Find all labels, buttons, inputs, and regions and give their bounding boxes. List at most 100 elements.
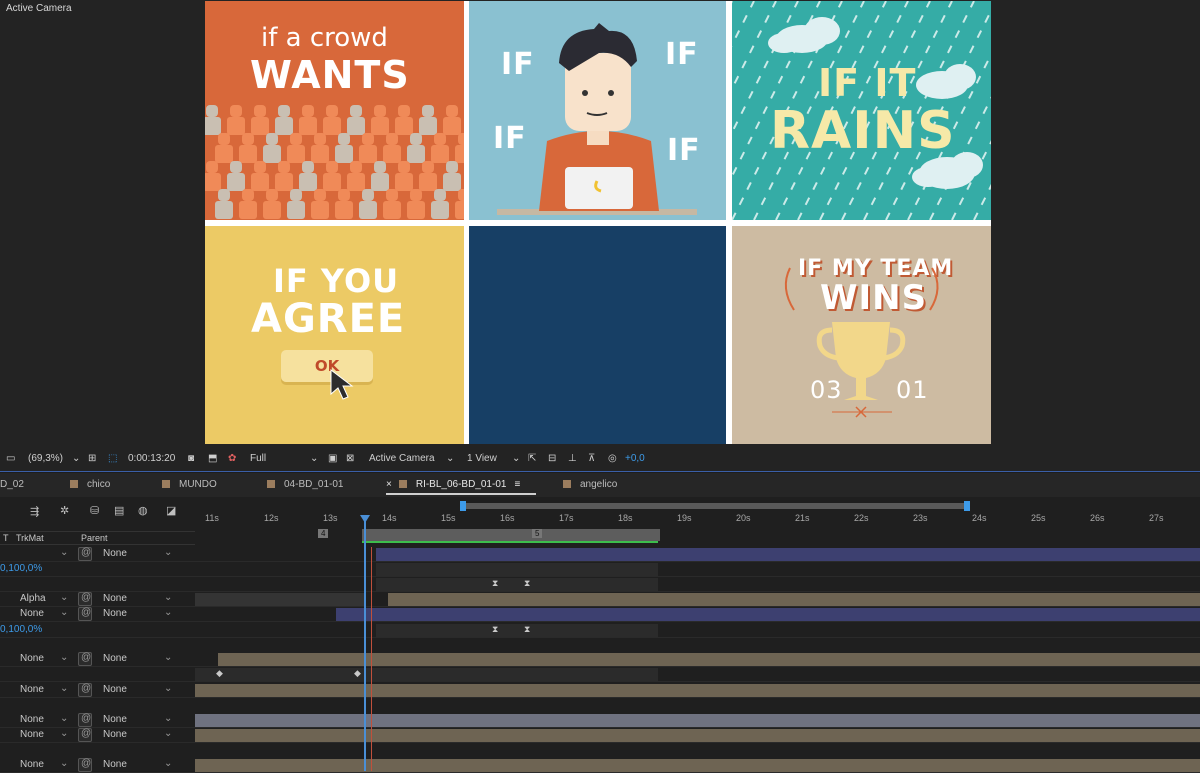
chevron-down-icon[interactable]: ⌄ <box>164 683 172 694</box>
tab-menu-icon[interactable]: ≡ <box>514 479 520 490</box>
chevron-down-icon[interactable]: ⌄ <box>60 758 68 769</box>
parent-value[interactable]: None <box>103 608 127 619</box>
chevron-down-icon[interactable]: ⌄ <box>60 683 68 694</box>
layer-bar[interactable] <box>195 668 658 681</box>
parent-value[interactable]: None <box>103 729 127 740</box>
reset-exposure-icon[interactable]: ◎ <box>608 453 617 464</box>
marker-5[interactable]: 5 <box>532 529 543 538</box>
playhead[interactable] <box>364 515 366 771</box>
keyframe-icon[interactable]: ⧗ <box>524 578 530 589</box>
work-area-bar[interactable] <box>362 529 660 541</box>
layer-bar[interactable] <box>388 593 1200 606</box>
chevron-down-icon[interactable]: ⌄ <box>60 728 68 739</box>
shy-layers-icon[interactable]: ⛁ <box>90 504 99 517</box>
chevron-down-icon[interactable]: ⌄ <box>164 592 172 603</box>
flowchart-icon[interactable]: ⊼ <box>588 453 595 464</box>
chevron-down-icon[interactable]: ⌄ <box>164 728 172 739</box>
keyframe-diamond-icon[interactable]: ◆ <box>354 668 361 679</box>
exposure-value[interactable]: +0,0 <box>625 453 645 464</box>
trkmat-value[interactable]: None <box>20 608 44 619</box>
layer-row[interactable]: Alpha ⌄ @ None ⌄ <box>0 592 1200 607</box>
tab-d02[interactable]: D_02 <box>0 479 24 490</box>
show-snapshot-icon[interactable]: ⬒ <box>208 453 217 464</box>
col-trkmat[interactable]: TrkMat <box>16 533 44 543</box>
monitor-icon[interactable]: ▭ <box>6 453 15 464</box>
chevron-down-icon[interactable]: ⌄ <box>60 547 68 558</box>
layer-bar[interactable] <box>195 729 1200 742</box>
property-value[interactable]: 0,100,0% <box>0 624 42 635</box>
layer-bar[interactable] <box>376 624 658 637</box>
transparency-grid-icon[interactable]: ⊠ <box>346 453 354 464</box>
layer-row[interactable]: None ⌄ @ None ⌄ <box>0 728 1200 743</box>
trkmat-value[interactable]: Alpha <box>20 593 46 604</box>
layer-bar[interactable] <box>195 714 1200 727</box>
camera-view-dropdown[interactable]: Active Camera <box>369 453 435 464</box>
layer-row[interactable]: ◆ ◆ <box>0 667 1200 682</box>
chevron-down-icon[interactable]: ⌄ <box>164 758 172 769</box>
layer-row[interactable]: None ⌄ @ None ⌄ <box>0 683 1200 698</box>
chevron-down-icon[interactable]: ⌄ <box>60 713 68 724</box>
layer-row[interactable]: None ⌄ @ None ⌄ <box>0 713 1200 728</box>
parent-value[interactable]: None <box>103 684 127 695</box>
trkmat-value[interactable]: None <box>20 653 44 664</box>
trkmat-value[interactable]: None <box>20 714 44 725</box>
layer-bar[interactable] <box>376 578 658 591</box>
layer-row[interactable]: ⌄ @ None ⌄ <box>0 547 1200 562</box>
frame-blending-icon[interactable]: ▤ <box>114 504 124 517</box>
layer-row[interactable]: None ⌄ @ None ⌄ <box>0 607 1200 622</box>
parent-value[interactable]: None <box>103 593 127 604</box>
keyframe-icon[interactable]: ⧗ <box>524 624 530 635</box>
trkmat-value[interactable]: None <box>20 759 44 770</box>
parent-value[interactable]: None <box>103 714 127 725</box>
parent-value[interactable]: None <box>103 653 127 664</box>
layer-bar[interactable] <box>336 608 1200 621</box>
chevron-down-icon[interactable]: ⌄ <box>164 607 172 618</box>
tab-ri-bl-active[interactable]: × RI-BL_06-BD_01-01 ≡ <box>386 479 520 490</box>
tab-04-bd[interactable]: 04-BD_01-01 <box>267 479 343 490</box>
render-options-icon[interactable]: ⊟ <box>548 453 556 464</box>
region-of-interest-icon[interactable]: ⬚ <box>108 453 117 464</box>
tab-angelico[interactable]: angelico <box>563 479 617 490</box>
chevron-down-icon[interactable]: ⌄ <box>310 453 318 464</box>
current-time-display[interactable]: 0:00:13:20 <box>128 453 175 464</box>
magnification-dropdown[interactable]: (69,3%) <box>28 453 63 464</box>
layer-bar[interactable] <box>376 563 658 576</box>
parent-value[interactable]: None <box>103 548 127 559</box>
trkmat-value[interactable]: None <box>20 684 44 695</box>
timeline-link-icon[interactable]: ⊥ <box>568 453 577 464</box>
tab-close-icon[interactable]: × <box>386 479 392 490</box>
layer-bar[interactable] <box>195 684 1200 697</box>
trkmat-value[interactable]: None <box>20 729 44 740</box>
keyframe-icon[interactable]: ⧗ <box>492 624 498 635</box>
comp-flowchart-icon[interactable]: ✲ <box>60 504 69 517</box>
layer-row[interactable]: None ⌄ @ None ⌄ <box>0 652 1200 667</box>
property-value[interactable]: 0,100,0% <box>0 563 42 574</box>
fast-previews-icon[interactable]: ▣ <box>328 453 337 464</box>
chevron-down-icon[interactable]: ⌄ <box>446 453 454 464</box>
layer-bar[interactable] <box>195 759 1200 772</box>
chevron-down-icon[interactable]: ⌄ <box>60 607 68 618</box>
keyframe-diamond-icon[interactable]: ◆ <box>216 668 223 679</box>
composition-viewer[interactable]: Active Camera if a crowd WANTS IF IF IF … <box>0 0 1200 447</box>
layer-bar[interactable] <box>195 593 365 606</box>
chevron-down-icon[interactable]: ⌄ <box>60 592 68 603</box>
keyframe-icon[interactable]: ⧗ <box>492 578 498 589</box>
tab-mundo[interactable]: MUNDO <box>162 479 217 490</box>
chevron-down-icon[interactable]: ⌄ <box>164 652 172 663</box>
time-ruler[interactable]: 11s 12s 13s 14s 15s 16s 17s 18s 19s 20s 21s 22s 23s 2… <box>195 497 1200 527</box>
chevron-down-icon[interactable]: ⌄ <box>164 547 172 558</box>
motion-blur-icon[interactable]: ◍ <box>138 504 148 517</box>
chevron-down-icon[interactable]: ⌄ <box>512 453 520 464</box>
chevron-down-icon[interactable]: ⌄ <box>60 652 68 663</box>
color-channels-icon[interactable]: ✿ <box>228 453 236 464</box>
snapshot-camera-icon[interactable]: ◙ <box>188 453 194 464</box>
chevron-down-icon[interactable]: ⌄ <box>164 713 172 724</box>
layer-bar[interactable] <box>376 548 1200 561</box>
view-layout-dropdown[interactable]: 1 View <box>467 453 497 464</box>
col-parent[interactable]: Parent <box>81 533 108 543</box>
tab-chico[interactable]: chico <box>70 479 110 490</box>
graph-editor-icon[interactable]: ◪ <box>166 504 176 517</box>
layer-row[interactable]: 0,100,0% <box>0 562 1200 577</box>
resolution-dropdown[interactable]: Full <box>250 453 266 464</box>
chevron-down-icon[interactable]: ⌄ <box>72 453 80 464</box>
